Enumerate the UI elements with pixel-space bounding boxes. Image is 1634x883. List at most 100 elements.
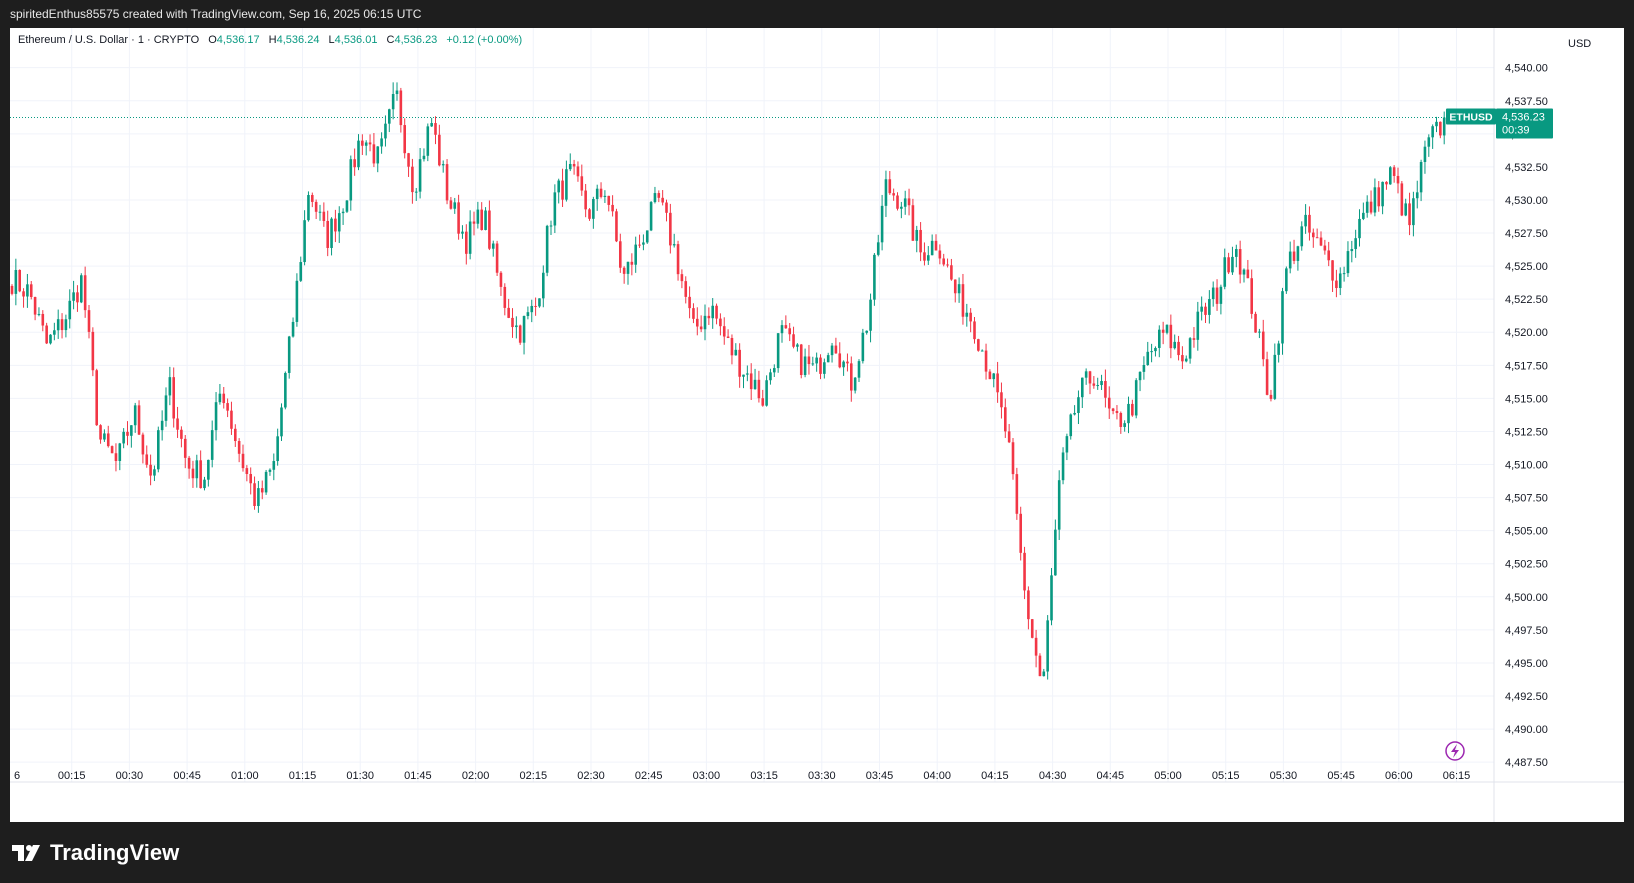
lightning-icon[interactable] bbox=[1445, 741, 1465, 761]
candle-body bbox=[33, 297, 37, 315]
candle-body bbox=[518, 325, 522, 343]
x-tick-label: 01:45 bbox=[404, 770, 432, 782]
candle-body bbox=[538, 298, 541, 307]
candle-body bbox=[430, 123, 433, 127]
candle-body bbox=[1292, 251, 1296, 261]
candle-body bbox=[565, 169, 568, 200]
candle-body bbox=[1196, 311, 1200, 340]
candle-body bbox=[1154, 347, 1157, 352]
candle-body bbox=[595, 188, 599, 200]
low-label: L bbox=[328, 34, 335, 46]
candle-body bbox=[388, 109, 391, 124]
x-tick-label: 04:30 bbox=[1039, 770, 1067, 782]
candle-body bbox=[1050, 575, 1053, 621]
candle-body bbox=[1034, 637, 1038, 656]
candle-body bbox=[1431, 126, 1434, 138]
candle-body bbox=[1119, 413, 1123, 427]
candle-body bbox=[1377, 187, 1381, 207]
candle-body bbox=[95, 370, 98, 426]
candle-body bbox=[361, 140, 364, 146]
candle-body bbox=[168, 377, 172, 396]
brand-name: TradingView bbox=[50, 840, 180, 865]
currency-label[interactable]: USD bbox=[1568, 38, 1591, 50]
candle-body bbox=[264, 471, 268, 493]
candle-body bbox=[1404, 203, 1407, 216]
candle-body bbox=[438, 134, 441, 166]
candle-body bbox=[530, 305, 534, 313]
candle-body bbox=[811, 363, 815, 365]
candle-body bbox=[653, 193, 657, 203]
candle-body bbox=[1219, 286, 1223, 304]
candle-body bbox=[441, 164, 445, 166]
symbol-tag-text: ETHUSD bbox=[1449, 112, 1493, 124]
candle-body bbox=[1288, 251, 1292, 269]
low-value: 4,536.01 bbox=[334, 34, 378, 46]
candle-body bbox=[776, 333, 780, 369]
candle-body bbox=[992, 373, 996, 380]
candle-body bbox=[106, 433, 110, 447]
candle-body bbox=[511, 317, 514, 328]
candle-body bbox=[91, 331, 95, 371]
candle-body bbox=[330, 218, 333, 248]
candle-body bbox=[1238, 249, 1242, 275]
candle-body bbox=[911, 205, 915, 241]
candle-body bbox=[29, 284, 33, 298]
candle-body bbox=[153, 469, 156, 476]
candle-body bbox=[41, 313, 45, 326]
candle-body bbox=[1327, 250, 1330, 261]
candle-body bbox=[603, 195, 607, 197]
candle-body bbox=[157, 430, 160, 470]
x-tick-label: 06:00 bbox=[1385, 770, 1413, 782]
y-tick-label: 4,532.50 bbox=[1505, 162, 1548, 174]
candle-body bbox=[480, 209, 483, 230]
candle-body bbox=[1412, 198, 1415, 226]
candle-body bbox=[133, 405, 137, 426]
candle-body bbox=[1227, 257, 1230, 273]
candle-body bbox=[865, 330, 868, 333]
candle-body bbox=[368, 142, 372, 145]
ohlc-legend: Ethereum / U.S. Dollar · 1 · CRYPTO O4,5… bbox=[18, 34, 528, 46]
candle-body bbox=[1296, 246, 1300, 261]
candle-body bbox=[522, 316, 526, 343]
candle-body bbox=[257, 488, 260, 507]
candle-body bbox=[1300, 226, 1304, 247]
candle-body bbox=[711, 305, 714, 319]
candle-body bbox=[1046, 620, 1049, 672]
candle-body bbox=[803, 356, 807, 376]
candle-body bbox=[1373, 187, 1377, 213]
y-tick-label: 4,495.00 bbox=[1505, 658, 1548, 670]
candle-body bbox=[742, 374, 745, 377]
tradingview-logo[interactable]: TradingView bbox=[12, 840, 179, 866]
x-tick-label: 01:00 bbox=[231, 770, 259, 782]
candle-body bbox=[1088, 371, 1092, 384]
tradingview-logo-icon bbox=[12, 845, 40, 861]
candle-body bbox=[60, 319, 64, 331]
y-tick-label: 4,522.50 bbox=[1505, 294, 1548, 306]
candle-body bbox=[1131, 403, 1134, 416]
candle-body bbox=[707, 315, 711, 319]
candle-body bbox=[180, 429, 183, 439]
candle-body bbox=[1169, 324, 1173, 349]
candle-body bbox=[249, 473, 252, 484]
candle-body bbox=[64, 319, 68, 331]
candle-body bbox=[965, 312, 969, 317]
candlestick-chart[interactable]: 4,487.50 4,490.00 4,492.50 4,495.00 4,497.50… bbox=[10, 28, 1624, 822]
candle-body bbox=[1065, 436, 1069, 453]
chart-panel[interactable]: 4,487.50 4,490.00 4,492.50 4,495.00 4,497.50… bbox=[10, 28, 1624, 822]
change-value: +0.12 (+0.00%) bbox=[446, 34, 523, 46]
candle-body bbox=[996, 373, 999, 393]
candle-body bbox=[237, 441, 241, 454]
open-value: 4,536.17 bbox=[216, 34, 260, 46]
candle-body bbox=[619, 241, 622, 268]
candle-body bbox=[1142, 365, 1146, 372]
candle-body bbox=[665, 202, 668, 213]
candle-body bbox=[1415, 192, 1419, 199]
candle-body bbox=[499, 272, 503, 287]
candle-body bbox=[399, 90, 403, 126]
candle-body bbox=[1004, 407, 1007, 432]
candle-body bbox=[453, 202, 457, 209]
candle-body bbox=[977, 339, 980, 351]
candle-body bbox=[915, 229, 919, 241]
candle-body bbox=[946, 264, 949, 266]
candle-body bbox=[87, 310, 91, 332]
